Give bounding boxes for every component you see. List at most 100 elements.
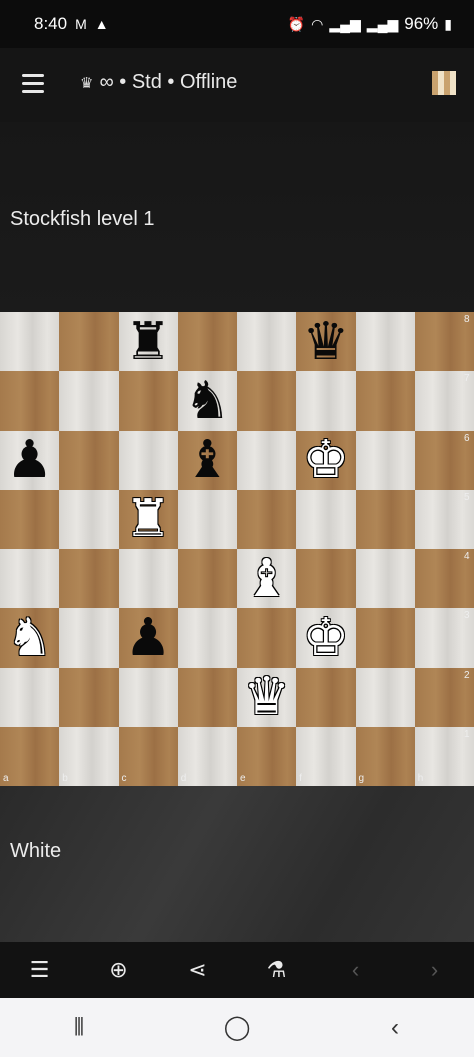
square-f2[interactable] bbox=[296, 667, 356, 727]
square-e7[interactable] bbox=[237, 371, 297, 431]
square-g3[interactable] bbox=[355, 608, 415, 668]
android-nav-bar: ⦀ ◯ ‹ bbox=[0, 998, 474, 1057]
rank-label: 5 bbox=[464, 491, 470, 503]
square-b7[interactable] bbox=[59, 371, 119, 431]
square-a7[interactable] bbox=[0, 371, 60, 431]
square-b8[interactable] bbox=[59, 312, 119, 372]
game-title: ♛ ∞ • Std • Offline bbox=[80, 71, 237, 94]
rank-label: 3 bbox=[464, 610, 470, 622]
square-b1[interactable] bbox=[59, 726, 119, 786]
prev-move-button[interactable]: ‹ bbox=[326, 950, 386, 990]
black-bishop-icon[interactable]: ♝ bbox=[178, 431, 237, 490]
square-c6[interactable] bbox=[118, 430, 178, 490]
square-a4[interactable] bbox=[0, 549, 60, 609]
battery-icon: ▮ bbox=[444, 16, 452, 32]
square-g2[interactable] bbox=[355, 667, 415, 727]
recent-apps-icon[interactable]: ⦀ bbox=[49, 1014, 109, 1042]
file-label: d bbox=[180, 773, 187, 784]
square-c4[interactable] bbox=[118, 549, 178, 609]
rank-label: 2 bbox=[464, 669, 470, 681]
file-label: e bbox=[240, 773, 246, 784]
square-e3[interactable] bbox=[237, 608, 297, 668]
square-b2[interactable] bbox=[59, 667, 119, 727]
analysis-button[interactable]: ⚗ bbox=[247, 950, 307, 990]
black-queen-icon[interactable]: ♛ bbox=[296, 312, 355, 371]
status-bar: 8:40 M ▲ ⏰ ◠ ▂▄▆ ▂▄▆ 96% ▮ bbox=[0, 0, 474, 48]
bottom-toolbar: ☰ ⊕ ⋖ ⚗ ‹ › bbox=[0, 942, 474, 998]
moves-list-button[interactable]: ☰ bbox=[10, 950, 70, 990]
square-g5[interactable] bbox=[355, 489, 415, 549]
gmail-icon: M bbox=[75, 16, 87, 32]
back-icon[interactable]: ‹ bbox=[365, 1014, 425, 1042]
square-b6[interactable] bbox=[59, 430, 119, 490]
square-g8[interactable] bbox=[355, 312, 415, 372]
square-c1[interactable] bbox=[118, 726, 178, 786]
square-d5[interactable] bbox=[177, 489, 237, 549]
file-label: h bbox=[417, 773, 424, 784]
square-g1[interactable] bbox=[355, 726, 415, 786]
next-move-button[interactable]: › bbox=[405, 950, 465, 990]
square-e8[interactable] bbox=[237, 312, 297, 372]
player-panel: White bbox=[0, 786, 474, 942]
alarm-icon: ⏰ bbox=[287, 16, 306, 32]
menu-icon[interactable] bbox=[22, 74, 44, 94]
rank-label: 8 bbox=[464, 314, 470, 325]
rank-label: 7 bbox=[464, 373, 470, 385]
square-e6[interactable] bbox=[237, 430, 297, 490]
white-queen-icon[interactable]: ♛ bbox=[237, 668, 296, 727]
square-f7[interactable] bbox=[296, 371, 356, 431]
top-app-bar: ♛ ∞ • Std • Offline bbox=[0, 48, 474, 122]
square-d4[interactable] bbox=[177, 549, 237, 609]
square-f5[interactable] bbox=[296, 489, 356, 549]
crown-icon: ♛ bbox=[80, 74, 94, 92]
rank-label: 6 bbox=[464, 432, 470, 444]
square-d8[interactable] bbox=[177, 312, 237, 372]
share-button[interactable]: ⋖ bbox=[168, 950, 228, 990]
chess-board[interactable]: 8 7 6 5 4 3 2 1 a b c d e f g h ♜ ♛ ♞ ♟ ♝ ♚ ♜ ♝ ♞ ♟ ♚ ♛ bbox=[0, 312, 474, 786]
white-bishop-icon[interactable]: ♝ bbox=[237, 549, 296, 608]
square-g4[interactable] bbox=[355, 549, 415, 609]
signal-2-icon: ▂▄▆ bbox=[366, 16, 399, 32]
white-king-icon[interactable]: ♚ bbox=[296, 608, 355, 667]
file-label: f bbox=[299, 773, 303, 784]
signal-icon: ▂▄▆ bbox=[329, 16, 361, 32]
square-b3[interactable] bbox=[59, 608, 119, 668]
rank-label: 1 bbox=[464, 728, 470, 740]
warning-icon: ▲ bbox=[94, 16, 109, 32]
square-c7[interactable] bbox=[118, 371, 178, 431]
black-pawn-c3-icon[interactable]: ♟ bbox=[119, 608, 178, 667]
player-name: White bbox=[10, 840, 62, 862]
square-g7[interactable] bbox=[355, 371, 415, 431]
square-a5[interactable] bbox=[0, 489, 60, 549]
file-label: a bbox=[3, 773, 9, 784]
battery-level: 96% bbox=[404, 14, 439, 33]
board-settings-icon[interactable] bbox=[432, 71, 456, 95]
square-d2[interactable] bbox=[177, 667, 237, 727]
square-g6[interactable] bbox=[355, 430, 415, 490]
square-a2[interactable] bbox=[0, 667, 60, 727]
white-knight-icon[interactable]: ♞ bbox=[0, 608, 59, 667]
new-game-button[interactable]: ⊕ bbox=[89, 950, 149, 990]
square-c2[interactable] bbox=[118, 667, 178, 727]
status-time: 8:40 bbox=[34, 14, 68, 33]
square-a8[interactable] bbox=[0, 312, 60, 372]
file-label: g bbox=[358, 773, 365, 784]
white-king-f6-icon[interactable]: ♚ bbox=[296, 431, 355, 490]
square-d1[interactable] bbox=[177, 726, 237, 786]
square-f4[interactable] bbox=[296, 549, 356, 609]
square-d3[interactable] bbox=[177, 608, 237, 668]
white-rook-icon[interactable]: ♜ bbox=[119, 490, 178, 549]
square-b4[interactable] bbox=[59, 549, 119, 609]
black-rook-icon[interactable]: ♜ bbox=[119, 312, 178, 371]
file-label: b bbox=[62, 773, 68, 784]
file-label: c bbox=[121, 773, 127, 784]
opponent-panel: Stockfish level 1 bbox=[0, 122, 474, 312]
black-pawn-icon[interactable]: ♟ bbox=[0, 431, 59, 490]
rank-label: 4 bbox=[464, 551, 470, 562]
black-knight-icon[interactable]: ♞ bbox=[178, 371, 237, 430]
home-icon[interactable]: ◯ bbox=[207, 1013, 267, 1042]
square-b5[interactable] bbox=[59, 489, 119, 549]
wifi-icon: ◠ bbox=[311, 16, 324, 32]
square-f1[interactable] bbox=[296, 726, 356, 786]
square-e5[interactable] bbox=[237, 489, 297, 549]
